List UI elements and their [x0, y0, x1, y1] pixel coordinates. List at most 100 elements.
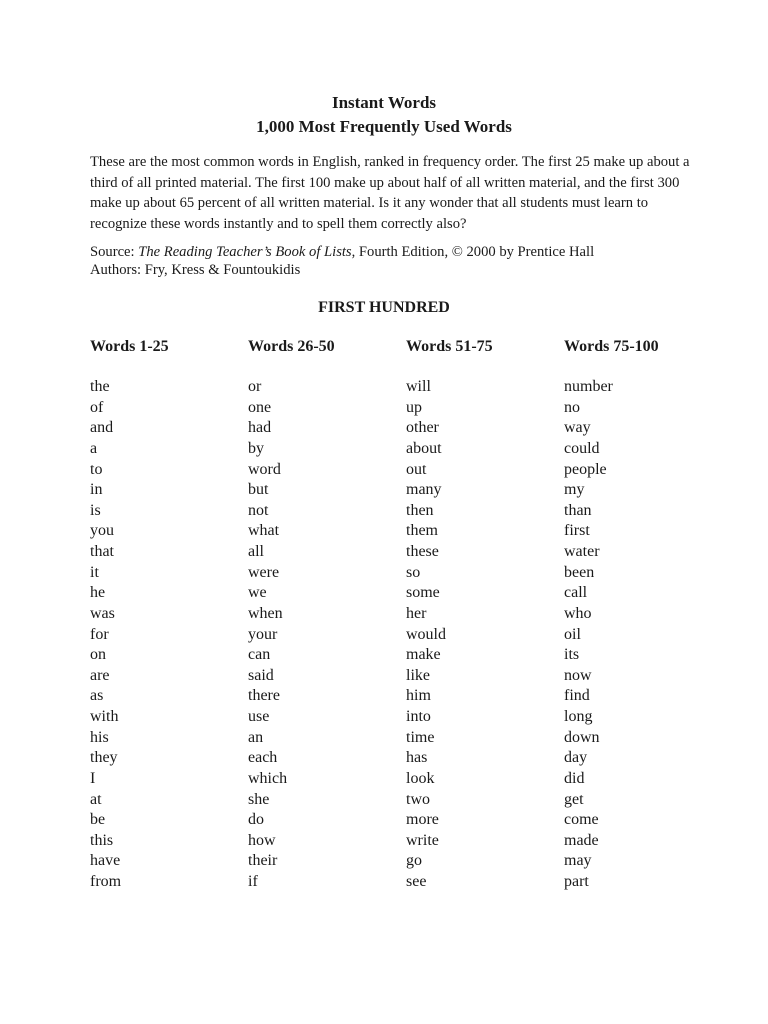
word-column-1-25: Words 1-25 the of and a to in is you that it he was… — [90, 336, 240, 893]
word-item: that — [90, 543, 114, 560]
word-item: long — [564, 708, 593, 725]
word-item: the — [90, 378, 110, 395]
word-item: it — [90, 563, 99, 581]
word-item: then — [406, 501, 434, 519]
word-item: all — [248, 543, 264, 560]
word-column-51-75: Words 51-75 will up other about out many then t… — [406, 336, 556, 893]
word-item: he — [90, 584, 106, 602]
word-item: this — [90, 831, 114, 849]
word-item: no — [564, 398, 580, 416]
word-item: come — [564, 811, 599, 829]
word-item: time — [406, 728, 435, 746]
word-item: about — [406, 439, 442, 457]
word-item: there — [248, 687, 280, 705]
word-item: had — [248, 419, 272, 437]
word-item: some — [406, 584, 440, 602]
word-item: be — [90, 811, 106, 829]
authors-line: Authors: Fry, Kress & Fountoukidis — [90, 262, 301, 278]
word-item: other — [406, 419, 439, 437]
word-item: can — [248, 646, 271, 664]
word-item: part — [564, 873, 589, 890]
word-item: which — [248, 769, 288, 787]
word-column-26-50: Words 26-50 or one had by word but not what all w… — [248, 336, 398, 893]
word-list: will up other about out many then them these so so… — [406, 377, 556, 893]
column-header: Words 51-75 — [406, 338, 493, 355]
word-item: write — [406, 831, 439, 849]
word-item: of — [90, 398, 104, 416]
word-item: than — [564, 501, 592, 519]
document-title: Instant Words — [331, 93, 437, 112]
word-item: more — [406, 811, 439, 829]
word-item: they — [90, 749, 118, 767]
word-item: has — [406, 749, 428, 767]
word-item: word — [248, 460, 281, 478]
word-item: for — [90, 625, 109, 643]
word-list: or one had by word but not what all were we when you… — [248, 377, 398, 893]
word-item: in — [90, 481, 103, 499]
word-item: one — [248, 398, 272, 416]
column-header: Words 75-100 — [564, 338, 659, 355]
word-item: people — [564, 460, 607, 478]
word-item: into — [406, 708, 431, 725]
word-item: we — [248, 584, 267, 602]
word-item: each — [248, 749, 278, 767]
word-item: have — [90, 852, 121, 870]
word-item: go — [406, 852, 422, 870]
word-item: how — [248, 831, 276, 849]
word-item: would — [406, 625, 446, 643]
word-list: number no way could people my than first water be… — [564, 377, 714, 893]
word-item: said — [248, 666, 274, 684]
word-item: when — [248, 604, 283, 622]
word-item: up — [406, 398, 422, 416]
word-item: two — [406, 790, 430, 808]
word-item: these — [406, 543, 439, 560]
word-item: may — [564, 852, 592, 870]
word-item: to — [90, 460, 103, 478]
word-item: her — [406, 604, 427, 622]
source-book-title: The Reading Teacher’s Book of Lists — [138, 244, 352, 260]
word-item: get — [564, 790, 584, 808]
word-item: on — [90, 646, 106, 664]
word-item: make — [406, 646, 441, 664]
word-item: them — [406, 522, 438, 540]
word-item: their — [248, 852, 278, 870]
word-item: as — [90, 687, 104, 705]
word-item: who — [564, 604, 592, 622]
word-item: now — [564, 666, 592, 684]
word-item: down — [564, 728, 600, 746]
word-item: I — [90, 769, 96, 787]
word-item: find — [564, 687, 590, 705]
word-item: from — [90, 873, 122, 890]
word-item: my — [564, 481, 585, 499]
document-subtitle: 1,000 Most Frequently Used Words — [256, 117, 512, 136]
word-item: do — [248, 811, 264, 829]
word-item: not — [248, 501, 269, 519]
intro-paragraph: These are the most common words in Engli… — [90, 154, 690, 232]
word-item: so — [406, 563, 421, 581]
word-list: the of and a to in is you that it he was for on are as w… — [90, 377, 240, 893]
word-item: if — [248, 873, 258, 890]
word-item: are — [90, 666, 110, 684]
word-item: made — [564, 831, 599, 849]
word-item: call — [564, 584, 588, 602]
word-item: like — [406, 666, 430, 684]
word-item: its — [564, 646, 580, 664]
word-item: she — [248, 790, 270, 808]
section-title: FIRST HUNDRED — [318, 299, 450, 316]
word-item: or — [248, 378, 262, 395]
word-item: could — [564, 439, 600, 457]
word-item: a — [90, 439, 98, 457]
word-item: but — [248, 481, 269, 499]
word-item: with — [90, 708, 119, 725]
column-header: Words 1-25 — [90, 338, 169, 355]
source-line: Source: The Reading Teacher’s Book of Li… — [90, 243, 710, 261]
word-item: many — [406, 481, 442, 499]
word-item: use — [248, 708, 270, 725]
word-item: first — [564, 522, 590, 540]
word-item: been — [564, 563, 595, 581]
word-item: will — [406, 378, 431, 395]
word-item: him — [406, 687, 431, 705]
word-item: see — [406, 873, 427, 890]
word-item: day — [564, 749, 588, 767]
word-item: number — [564, 378, 613, 395]
